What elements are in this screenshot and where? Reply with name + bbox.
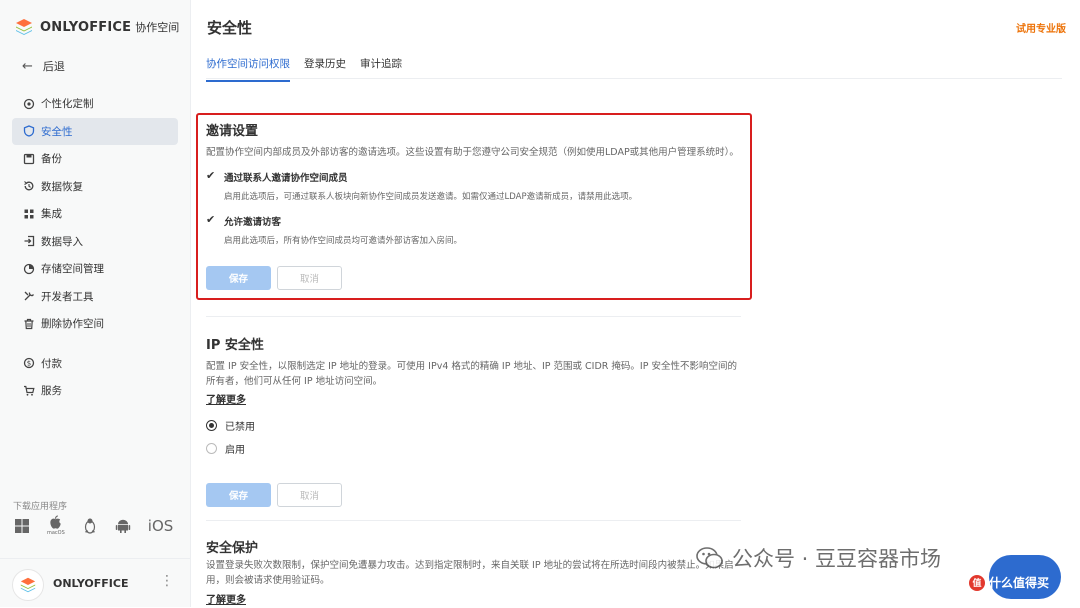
shield-icon bbox=[22, 125, 35, 138]
save-button[interactable]: 保存 bbox=[206, 483, 271, 507]
ios-icon[interactable]: iOS bbox=[148, 517, 174, 535]
radio-icon[interactable] bbox=[206, 443, 217, 454]
cancel-button[interactable]: 取消 bbox=[277, 483, 342, 507]
profile-bar: ONLYOFFICE ⋮ bbox=[0, 558, 190, 608]
payment-icon: $ bbox=[22, 357, 35, 370]
ip-buttons: 保存 取消 bbox=[206, 483, 741, 507]
sidebar-item-security[interactable]: 安全性 bbox=[12, 117, 178, 145]
sidebar-item-label: 备份 bbox=[41, 153, 62, 166]
onlyoffice-logo-icon bbox=[16, 19, 32, 35]
sidebar-item-delete-space[interactable]: 删除协作空间 bbox=[12, 310, 178, 338]
page-title: 安全性 bbox=[207, 19, 253, 37]
download-apps: macOS iOS bbox=[14, 515, 190, 536]
save-button[interactable]: 保存 bbox=[206, 266, 271, 290]
sidebar-item-integration[interactable]: 集成 bbox=[12, 200, 178, 228]
sidebar-item-import[interactable]: 数据导入 bbox=[12, 228, 178, 256]
option-description: 启用此选项后，所有协作空间成员均可邀请外部访客加入房间。 bbox=[224, 236, 463, 246]
sidebar-item-label: 付款 bbox=[41, 357, 62, 370]
avatar[interactable] bbox=[12, 569, 44, 601]
invite-settings-title: 邀请设置 bbox=[206, 124, 259, 139]
ip-security-title: IP 安全性 bbox=[206, 338, 264, 353]
radio-enabled[interactable]: 启用 bbox=[206, 441, 741, 456]
save-icon bbox=[22, 152, 35, 165]
invite-contacts-option[interactable]: ✔ 通过联系人邀请协作空间成员 启用此选项后，可通过联系人板块向新协作空间成员发… bbox=[206, 170, 741, 203]
option-label: 通过联系人邀请协作空间成员 bbox=[224, 173, 348, 184]
trial-link[interactable]: 试用专业版 bbox=[1016, 20, 1066, 35]
customize-icon bbox=[22, 97, 35, 110]
option-description: 启用此选项后，可通过联系人板块向新协作空间成员发送邀请。如需仅通过LDAP邀请新… bbox=[224, 192, 638, 202]
sidebar-item-backup[interactable]: 备份 bbox=[12, 145, 178, 173]
watermark-text: 公众号 · 豆豆容器市场 bbox=[732, 547, 942, 571]
main-content: 安全性 试用专业版 协作空间访问权限 登录历史 审计追踪 邀请设置 配置协作空间… bbox=[191, 0, 1080, 607]
pie-icon bbox=[22, 262, 35, 275]
sidebar-item-label: 存储空间管理 bbox=[41, 263, 104, 276]
sidebar-item-label: 数据导入 bbox=[41, 235, 83, 248]
zdm-logo-icon: 值 bbox=[969, 574, 985, 591]
back-label: 后退 bbox=[42, 60, 65, 73]
zdm-text: 什么值得买 bbox=[989, 576, 1050, 590]
wechat-icon bbox=[696, 547, 723, 569]
invite-settings-section: 邀请设置 配置协作空间内部成员及外部访客的邀请选项。这些设置有助于您遵守公司安全… bbox=[206, 120, 741, 290]
sidebar-item-storage[interactable]: 存储空间管理 bbox=[12, 255, 178, 283]
tools-icon bbox=[22, 290, 35, 303]
checkmark-icon[interactable]: ✔ bbox=[206, 170, 218, 182]
macos-caption: macOS bbox=[47, 530, 65, 536]
invite-settings-description: 配置协作空间内部成员及外部访客的邀请选项。这些设置有助于您遵守公司安全规范（例如… bbox=[206, 147, 739, 158]
sidebar-item-payment[interactable]: $ 付款 bbox=[12, 350, 178, 378]
ip-security-section: IP 安全性 配置 IP 安全性，以限制选定 IP 地址的登录。可使用 IPv4… bbox=[206, 334, 741, 507]
svg-text:$: $ bbox=[26, 360, 30, 368]
brute-force-description: 设置登录失败次数限制，保护空间免遭暴力攻击。达到指定限制时，来自关联 IP 地址… bbox=[206, 560, 734, 586]
section-divider bbox=[206, 520, 741, 521]
trash-icon bbox=[22, 317, 35, 330]
radio-icon[interactable] bbox=[206, 420, 217, 431]
sidebar-item-label: 集成 bbox=[41, 208, 62, 221]
cancel-button[interactable]: 取消 bbox=[277, 266, 342, 290]
checkmark-icon[interactable]: ✔ bbox=[206, 214, 218, 226]
sidebar-item-label: 删除协作空间 bbox=[41, 318, 104, 331]
import-icon bbox=[22, 235, 35, 248]
learn-more-link[interactable]: 了解更多 bbox=[206, 591, 741, 606]
watermark: 公众号 · 豆豆容器市场 bbox=[696, 543, 941, 573]
sidebar-nav: 个性化定制 安全性 备份 数据恢复 集成 数据导入 存储空间管理 开发者工具 删… bbox=[12, 90, 178, 405]
logo-text: ONLYOFFICE bbox=[40, 19, 132, 35]
radio-label: 启用 bbox=[225, 445, 245, 456]
brute-force-title: 安全保护 bbox=[206, 541, 259, 556]
grid-icon bbox=[22, 207, 35, 220]
restore-icon bbox=[22, 180, 35, 193]
app-logo[interactable]: ONLYOFFICE 协作空间 bbox=[14, 17, 179, 37]
invite-guests-option[interactable]: ✔ 允许邀请访客 启用此选项后，所有协作空间成员均可邀请外部访客加入房间。 bbox=[206, 214, 741, 247]
radio-disabled[interactable]: 已禁用 bbox=[206, 418, 741, 433]
linux-icon[interactable] bbox=[82, 517, 98, 534]
logo-subtitle: 协作空间 bbox=[135, 21, 180, 34]
learn-more-link[interactable]: 了解更多 bbox=[206, 391, 741, 406]
cart-icon bbox=[22, 384, 35, 397]
android-icon[interactable] bbox=[115, 518, 131, 534]
zdm-watermark: 值 什么值得买 bbox=[969, 574, 1049, 591]
profile-name: ONLYOFFICE bbox=[53, 577, 129, 590]
arrow-left-icon: ← bbox=[22, 58, 33, 74]
nav-separator bbox=[12, 338, 178, 350]
section-divider bbox=[206, 316, 741, 317]
sidebar-item-label: 开发者工具 bbox=[41, 290, 94, 303]
back-button[interactable]: ← 后退 bbox=[22, 58, 65, 74]
tab-divider bbox=[206, 78, 1062, 79]
sidebar: ONLYOFFICE 协作空间 ← 后退 个性化定制 安全性 备份 数据恢复 集… bbox=[0, 0, 191, 607]
sidebar-item-label: 服务 bbox=[41, 385, 62, 398]
sidebar-item-restore[interactable]: 数据恢复 bbox=[12, 173, 178, 201]
sidebar-item-services[interactable]: 服务 bbox=[12, 377, 178, 405]
sidebar-item-label: 数据恢复 bbox=[41, 180, 83, 193]
radio-label: 已禁用 bbox=[225, 422, 255, 433]
sidebar-item-label: 个性化定制 bbox=[41, 98, 94, 111]
sidebar-item-developer-tools[interactable]: 开发者工具 bbox=[12, 283, 178, 311]
sidebar-item-customization[interactable]: 个性化定制 bbox=[12, 90, 178, 118]
more-vertical-icon[interactable]: ⋮ bbox=[160, 573, 174, 589]
apple-icon[interactable]: macOS bbox=[47, 515, 65, 536]
invite-buttons: 保存 取消 bbox=[206, 266, 741, 290]
brute-force-section: 安全保护 设置登录失败次数限制，保护空间免遭暴力攻击。达到指定限制时，来自关联 … bbox=[206, 537, 741, 606]
sidebar-item-label: 安全性 bbox=[41, 125, 73, 138]
option-label: 允许邀请访客 bbox=[224, 217, 282, 228]
download-apps-label: 下载应用程序 bbox=[13, 502, 68, 512]
ip-security-description: 配置 IP 安全性，以限制选定 IP 地址的登录。可使用 IPv4 格式的精确 … bbox=[206, 361, 737, 387]
windows-icon[interactable] bbox=[14, 518, 30, 534]
